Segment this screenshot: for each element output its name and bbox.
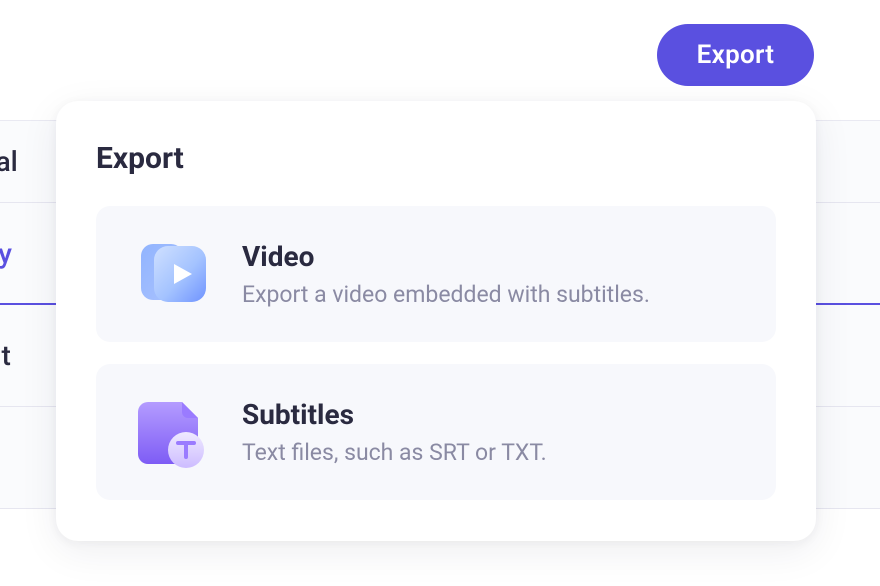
export-option-video[interactable]: Video Export a video embedded with subti…: [96, 206, 776, 342]
export-button-label: Export: [697, 40, 775, 70]
option-description: Text files, such as SRT or TXT.: [242, 439, 547, 466]
option-text: Subtitles Text files, such as SRT or TXT…: [242, 398, 547, 466]
text-file-icon: [132, 392, 212, 472]
option-text: Video Export a video embedded with subti…: [242, 240, 650, 308]
export-panel: Export: [56, 101, 816, 541]
option-title: Video: [242, 240, 650, 273]
option-description: Export a video embedded with subtitles.: [242, 281, 650, 308]
panel-title: Export: [96, 141, 776, 176]
option-title: Subtitles: [242, 398, 547, 431]
export-option-subtitles[interactable]: Subtitles Text files, such as SRT or TXT…: [96, 364, 776, 500]
video-play-icon: [132, 234, 212, 314]
export-button[interactable]: Export: [657, 24, 814, 86]
